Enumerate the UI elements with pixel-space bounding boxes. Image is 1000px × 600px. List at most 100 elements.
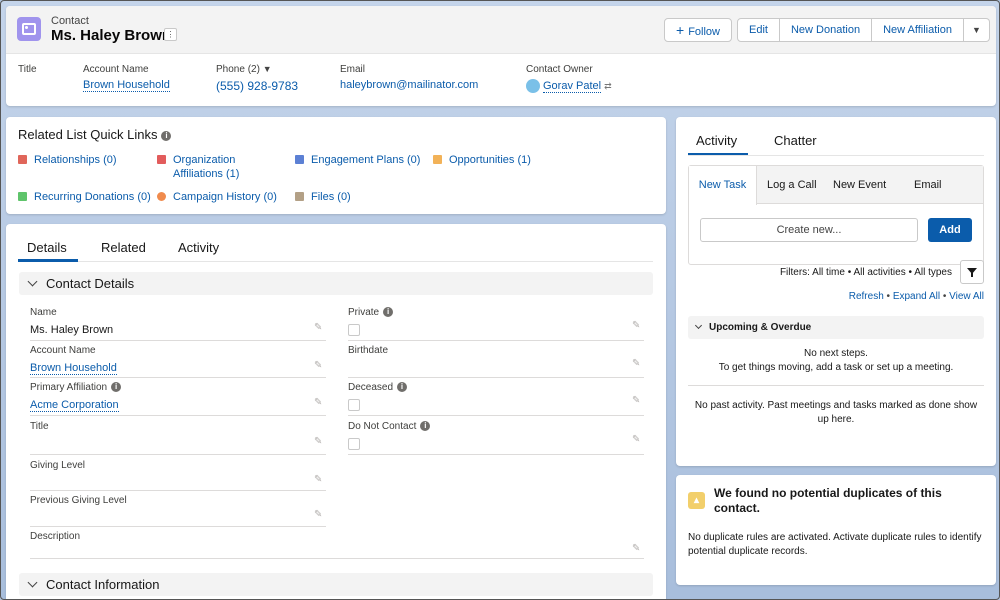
- refresh-link[interactable]: Refresh: [849, 291, 884, 302]
- section-contact-details[interactable]: Contact Details: [19, 272, 653, 295]
- info-icon[interactable]: i: [111, 382, 122, 393]
- quick-link-affiliations[interactable]: Organization Affiliations (1): [157, 153, 257, 181]
- edit-pencil-icon[interactable]: ✎: [632, 435, 640, 445]
- new-affiliation-button[interactable]: New Affiliation: [872, 18, 964, 42]
- quick-link-files[interactable]: Files (0): [295, 190, 351, 204]
- info-icon[interactable]: i: [383, 307, 394, 318]
- phone-label-text: Phone (2): [216, 64, 260, 75]
- email-link[interactable]: haleybrown@mailinator.com: [340, 79, 478, 91]
- field-label: Previous Giving Level: [30, 495, 127, 506]
- quick-link-engagement-plans[interactable]: Engagement Plans (0): [295, 153, 420, 167]
- owner-link[interactable]: Gorav Patel: [543, 79, 602, 93]
- phone-dropdown-icon[interactable]: ▼: [263, 64, 272, 74]
- tab-activity[interactable]: Activity: [178, 240, 219, 255]
- field-label: Do Not Contact: [348, 421, 417, 432]
- field-title: Title: [18, 64, 37, 75]
- field-label: Name: [30, 307, 57, 318]
- tab-related[interactable]: Related: [101, 240, 146, 255]
- upcoming-overdue-section[interactable]: Upcoming & Overdue: [688, 316, 984, 339]
- field-primary-affiliation: Primary Affiliation i Acme Corporation ✎: [30, 382, 326, 416]
- tab-new-event[interactable]: New Event: [833, 179, 886, 191]
- quick-links-card: Related List Quick Links i Relationships …: [6, 117, 666, 214]
- edit-pencil-icon[interactable]: ✎: [314, 475, 322, 485]
- edit-pencil-icon[interactable]: ✎: [314, 398, 322, 408]
- affiliations-icon: [157, 155, 166, 164]
- do-not-contact-checkbox[interactable]: [348, 438, 360, 450]
- field-description: Description ✎: [30, 531, 644, 559]
- email-label: Email: [340, 64, 366, 75]
- account-link[interactable]: Brown Household: [83, 79, 170, 92]
- edit-pencil-icon[interactable]: ✎: [314, 437, 322, 447]
- chevron-down-icon: [27, 276, 38, 287]
- filter-button[interactable]: [960, 260, 984, 284]
- quick-link-label: Organization Affiliations (1): [173, 154, 240, 180]
- detail-tabs: Details Related Activity: [18, 224, 653, 262]
- add-button[interactable]: Add: [928, 218, 972, 242]
- quick-links-title: Related List Quick Links i: [18, 127, 172, 142]
- hierarchy-icon[interactable]: ⋮: [164, 28, 177, 41]
- edit-pencil-icon[interactable]: ✎: [632, 544, 640, 554]
- private-checkbox[interactable]: [348, 324, 360, 336]
- quick-link-campaign-history[interactable]: Campaign History (0): [157, 190, 277, 204]
- info-icon[interactable]: i: [161, 130, 172, 141]
- more-actions-button[interactable]: ▼: [963, 18, 990, 42]
- section-title: Upcoming & Overdue: [709, 322, 812, 333]
- field-owner: Contact Owner Gorav Patel ⇄: [526, 64, 612, 93]
- tab-details[interactable]: Details: [27, 240, 67, 255]
- field-label: Deceased: [348, 382, 394, 393]
- edit-pencil-icon[interactable]: ✎: [632, 396, 640, 406]
- new-donation-button[interactable]: New Donation: [779, 18, 873, 42]
- field-account: Account Name Brown Household: [83, 64, 170, 92]
- section-contact-information[interactable]: Contact Information: [19, 573, 653, 596]
- quick-link-label: Engagement Plans (0): [311, 154, 421, 166]
- divider: [688, 385, 984, 386]
- chevron-down-icon: [27, 577, 38, 588]
- field-label: Account Name: [30, 345, 96, 356]
- duplicate-icon: ▴: [688, 492, 705, 509]
- create-new-input[interactable]: Create new...: [700, 218, 918, 242]
- follow-label: Follow: [688, 26, 720, 38]
- campaign-history-icon: [157, 192, 166, 201]
- view-all-link[interactable]: View All: [949, 291, 984, 302]
- quick-link-label: Opportunities (1): [449, 154, 531, 166]
- info-icon[interactable]: i: [420, 421, 431, 432]
- quick-links-title-text: Related List Quick Links: [18, 127, 158, 142]
- follow-button[interactable]: + Follow: [664, 18, 732, 42]
- change-owner-icon[interactable]: ⇄: [604, 81, 612, 91]
- edit-pencil-icon[interactable]: ✎: [314, 361, 322, 371]
- info-icon[interactable]: i: [397, 382, 408, 393]
- field-giving-level: Giving Level ✎: [30, 460, 326, 491]
- engagement-plans-icon: [295, 155, 304, 164]
- primary-affiliation-link[interactable]: Acme Corporation: [30, 399, 119, 412]
- tab-activity-feed[interactable]: Activity: [696, 133, 737, 148]
- quick-link-label: Campaign History (0): [173, 191, 277, 203]
- field-deceased: Deceased i ✎: [348, 382, 644, 416]
- no-next-steps: No next steps.: [804, 348, 868, 359]
- object-label: Contact: [51, 15, 89, 27]
- field-label: Birthdate: [348, 345, 389, 356]
- field-do-not-contact: Do Not Contact i ✎: [348, 421, 644, 455]
- deceased-checkbox[interactable]: [348, 399, 360, 411]
- edit-pencil-icon[interactable]: ✎: [314, 323, 322, 333]
- quick-link-label: Recurring Donations (0): [34, 191, 151, 203]
- field-private: Private i ✎: [348, 307, 644, 341]
- edit-pencil-icon[interactable]: ✎: [314, 510, 322, 520]
- account-name-link[interactable]: Brown Household: [30, 362, 117, 375]
- tab-log-a-call[interactable]: Log a Call: [767, 179, 817, 191]
- tab-chatter[interactable]: Chatter: [774, 133, 817, 148]
- quick-link-opportunities[interactable]: Opportunities (1): [433, 153, 531, 167]
- edit-pencil-icon[interactable]: ✎: [632, 321, 640, 331]
- tab-email[interactable]: Email: [914, 179, 942, 191]
- field-label: Title: [30, 421, 49, 432]
- quick-link-recurring-donations[interactable]: Recurring Donations (0): [18, 190, 151, 204]
- quick-link-relationships[interactable]: Relationships (0): [18, 153, 117, 167]
- tab-new-task[interactable]: New Task: [689, 166, 757, 205]
- no-past-activity: No past activity. Past meetings and task…: [694, 400, 978, 425]
- section-title: Contact Information: [46, 577, 160, 592]
- edit-pencil-icon[interactable]: ✎: [632, 359, 640, 369]
- phone-link[interactable]: (555) 928-9783: [216, 79, 298, 93]
- tab-divider: [688, 155, 984, 156]
- field-label: Primary Affiliation: [30, 382, 108, 393]
- expand-all-link[interactable]: Expand All: [893, 291, 940, 302]
- edit-button[interactable]: Edit: [737, 18, 780, 42]
